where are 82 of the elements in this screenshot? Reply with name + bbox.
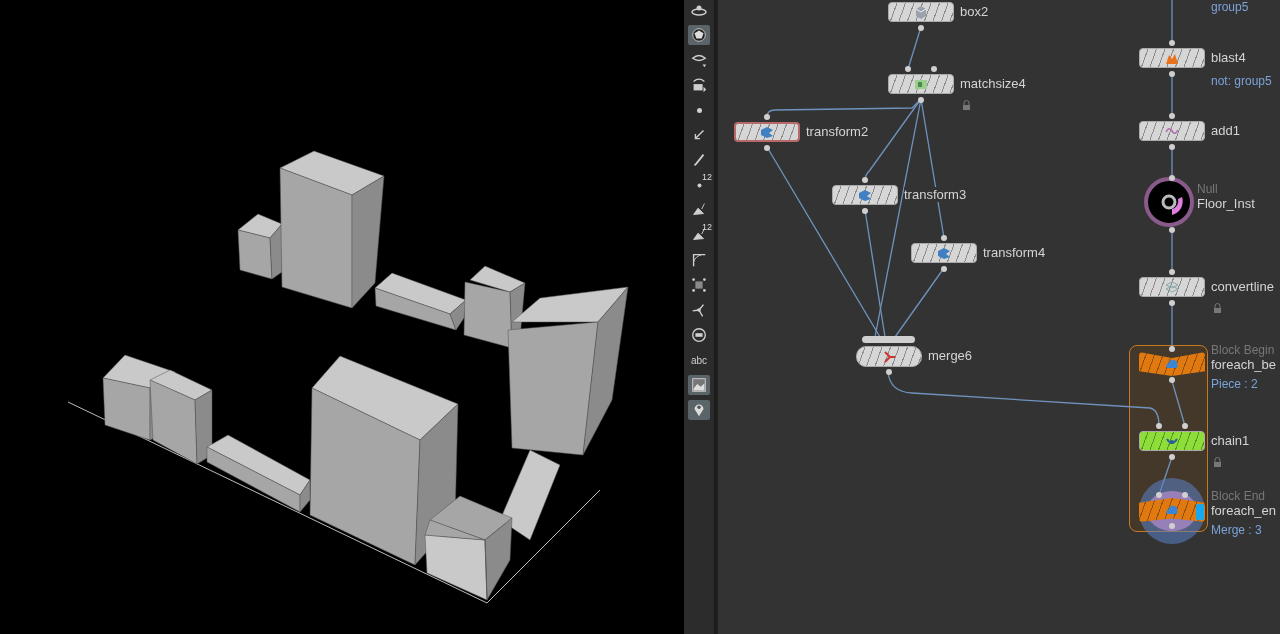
network-node[interactable] — [888, 74, 954, 94]
output-port[interactable] — [941, 266, 947, 272]
output-port[interactable] — [918, 25, 924, 31]
network-node[interactable] — [1139, 352, 1205, 376]
node-label: Floor_Inst — [1197, 196, 1255, 211]
text-tool-button[interactable]: abc — [688, 350, 710, 370]
tool-button[interactable] — [688, 400, 710, 420]
image-icon — [690, 376, 708, 394]
input-port[interactable] — [1169, 269, 1175, 275]
input-port[interactable] — [862, 177, 868, 183]
layers-icon — [1164, 279, 1180, 295]
node-label: transform2 — [806, 124, 869, 139]
tool-button[interactable] — [688, 25, 710, 45]
tool-button[interactable] — [688, 375, 710, 395]
output-port[interactable] — [1169, 227, 1175, 233]
node-type-label: Null — [1197, 182, 1218, 196]
network-node[interactable] — [1139, 121, 1205, 141]
output-port[interactable] — [886, 369, 892, 375]
grid-icon — [690, 276, 708, 294]
output-port[interactable] — [1169, 454, 1175, 460]
node-label: transform3 — [904, 187, 967, 202]
corner-icon — [690, 251, 708, 269]
input-port[interactable] — [1169, 175, 1175, 181]
node-label: box2 — [960, 4, 989, 19]
node-type-label: Block End — [1211, 489, 1266, 503]
network-node[interactable] — [1139, 277, 1205, 297]
sphere-icon — [690, 26, 708, 44]
output-port[interactable] — [764, 145, 770, 151]
node-label: blast4 — [1211, 50, 1246, 65]
output-port[interactable] — [918, 97, 924, 103]
output-port[interactable] — [1169, 377, 1175, 383]
merge-icon — [881, 348, 897, 365]
node-comment: group5 — [1211, 0, 1249, 14]
input-port[interactable] — [1182, 492, 1188, 498]
node-label: convertline — [1211, 279, 1274, 294]
node-label: matchsize4 — [960, 76, 1026, 91]
tool-button[interactable]: 12 — [688, 175, 710, 195]
circle-icon — [690, 326, 708, 344]
output-port[interactable] — [862, 208, 868, 214]
network-node[interactable] — [734, 122, 800, 142]
transform-icon — [857, 187, 873, 203]
tool-number: 12 — [702, 222, 712, 232]
node-comment: Piece : 2 — [1211, 377, 1258, 391]
input-port[interactable] — [931, 66, 937, 72]
input-port[interactable] — [1169, 346, 1175, 352]
input-port[interactable] — [941, 235, 947, 241]
input-port[interactable] — [1156, 492, 1162, 498]
network-node[interactable] — [856, 346, 922, 367]
network-node[interactable] — [1139, 48, 1205, 68]
point-number-icon — [696, 182, 702, 188]
tool-button[interactable]: 12 — [688, 225, 710, 245]
node-label: add1 — [1211, 123, 1240, 138]
input-port[interactable] — [1156, 423, 1162, 429]
input-port[interactable] — [1169, 113, 1175, 119]
node-comment: Merge : 3 — [1211, 523, 1262, 537]
network-node[interactable] — [911, 243, 977, 263]
output-port[interactable] — [1169, 300, 1175, 306]
network-node[interactable] — [1139, 498, 1205, 522]
output-port[interactable] — [1169, 71, 1175, 77]
tool-number: 12 — [702, 172, 712, 182]
input-port[interactable] — [905, 66, 911, 72]
transform-icon — [936, 245, 952, 261]
output-port[interactable] — [1169, 144, 1175, 150]
merge-input-bar[interactable] — [862, 336, 915, 343]
input-port[interactable] — [1182, 423, 1188, 429]
cube-icon — [913, 4, 929, 20]
view-icon — [691, 4, 707, 16]
network-node[interactable] — [832, 185, 898, 205]
transform-icon — [759, 124, 775, 140]
node-type-label: Block Begin — [1211, 343, 1275, 357]
input-port[interactable] — [764, 114, 770, 120]
input-port[interactable] — [1169, 40, 1175, 46]
network-node[interactable] — [1139, 431, 1205, 451]
dot-icon — [696, 107, 702, 113]
node-label: merge6 — [928, 348, 973, 363]
node-label: transform4 — [983, 245, 1046, 260]
node-label: foreach_be — [1211, 357, 1277, 372]
network-node[interactable] — [888, 2, 954, 22]
node-label: foreach_en — [1211, 503, 1277, 518]
node-label: chain1 — [1211, 433, 1250, 448]
node-comment: not: group5 — [1211, 74, 1272, 88]
null-node[interactable] — [1144, 177, 1194, 227]
